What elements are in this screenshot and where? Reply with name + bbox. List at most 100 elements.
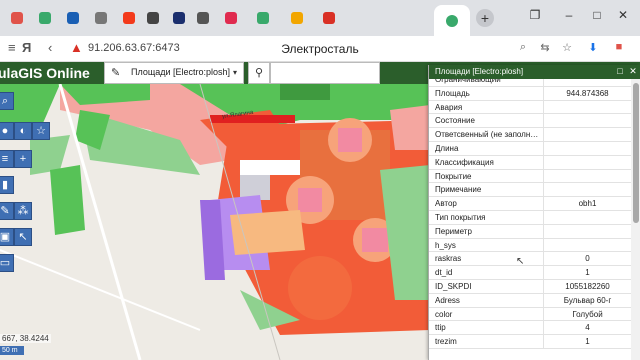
- attribute-name: ttip: [435, 323, 446, 333]
- table-row: dt_id 1: [429, 266, 631, 280]
- attribute-value[interactable]: [543, 211, 631, 224]
- table-row: Тип покрытия: [429, 211, 631, 225]
- attribute-name: h_sys: [435, 240, 456, 250]
- attribute-value[interactable]: Голубой: [543, 307, 631, 321]
- attribute-table: Ограничивающий Площадь 944.874368 Авария Сос…: [429, 79, 631, 360]
- map-tools: ⌕ ● ◐ ☆ ≡ + ▮ ✎ ⁂ ▣ ↖ ▭: [0, 84, 50, 274]
- attribute-value[interactable]: [543, 79, 631, 86]
- translate-icon[interactable]: ⇆: [538, 41, 552, 55]
- box-icon[interactable]: ▣: [0, 228, 14, 246]
- table-row: raskras 0: [429, 252, 631, 267]
- attribute-value[interactable]: [543, 238, 631, 252]
- browser-tab[interactable]: [142, 7, 164, 29]
- layers-icon[interactable]: ●: [0, 122, 14, 140]
- browser-tab[interactable]: [252, 7, 274, 29]
- yandex-icon: [123, 12, 135, 24]
- cursor-select-icon[interactable]: ↖: [14, 228, 32, 246]
- attribute-value[interactable]: 4: [543, 321, 631, 335]
- search-icon[interactable]: ⌕: [516, 41, 530, 55]
- back-icon[interactable]: ‹: [48, 40, 52, 55]
- attribute-value[interactable]: [543, 155, 631, 169]
- chart-icon: [173, 12, 185, 24]
- zoom-icon[interactable]: ⌕: [0, 92, 14, 110]
- globe-icon[interactable]: ◐: [14, 122, 32, 140]
- attribute-value[interactable]: 0: [543, 252, 631, 266]
- attribute-value[interactable]: [543, 100, 631, 114]
- attribute-value[interactable]: 944.874368: [543, 86, 631, 100]
- scrollbar-thumb[interactable]: [633, 83, 639, 223]
- maximize-icon[interactable]: □: [588, 8, 606, 22]
- feature-info-panel: Площади [Electro:plosh] □ ✕ Ограничивающ…: [428, 65, 640, 360]
- minimize-icon[interactable]: –: [560, 8, 578, 22]
- table-row: Классификация: [429, 155, 631, 170]
- attribute-value[interactable]: obh1: [543, 197, 631, 211]
- warning-icon[interactable]: ▲: [70, 40, 83, 55]
- attribute-value[interactable]: [543, 142, 631, 155]
- bookmarks-icon[interactable]: ❐: [526, 8, 544, 22]
- extension-icon[interactable]: ■: [612, 41, 626, 55]
- network-icon[interactable]: ⁂: [14, 202, 32, 220]
- search-input[interactable]: [270, 62, 380, 84]
- doc-icon: [197, 12, 209, 24]
- mail-icon: [291, 12, 303, 24]
- attribute-value[interactable]: [543, 224, 631, 238]
- menu-icon[interactable]: ≡: [8, 40, 16, 55]
- add-icon[interactable]: +: [14, 150, 32, 168]
- chevron-down-icon: ▾: [233, 68, 238, 77]
- table-row: Площадь 944.874368: [429, 86, 631, 101]
- url-text[interactable]: 91.206.63.67:6473: [88, 42, 180, 54]
- star-icon[interactable]: ☆: [32, 122, 50, 140]
- attribute-value[interactable]: Бульвар 60-г: [543, 293, 631, 307]
- attribute-value[interactable]: [543, 169, 631, 183]
- browser-tab-bar: + ❐ – □ ✕: [0, 0, 640, 36]
- browser-tab[interactable]: [62, 7, 84, 29]
- download-icon[interactable]: ⬇: [586, 41, 600, 55]
- layer-select-value: Площади [Electro:plosh]: [131, 67, 231, 77]
- stack-icon[interactable]: ≡: [0, 150, 14, 168]
- app-title: ulaGIS Online: [0, 65, 90, 81]
- browser-tab[interactable]: [118, 7, 140, 29]
- browser-tab[interactable]: [318, 7, 340, 29]
- attribute-name: Классификация: [435, 157, 494, 167]
- close-icon[interactable]: ✕: [628, 66, 638, 77]
- edit-icon[interactable]: ✎: [0, 202, 14, 220]
- browser-tab[interactable]: [192, 7, 214, 29]
- yandex-logo-icon[interactable]: Я: [22, 40, 31, 55]
- browser-tab[interactable]: [34, 7, 56, 29]
- globe-icon: [39, 12, 51, 24]
- bookmark-icon[interactable]: ☆: [560, 41, 574, 55]
- attribute-name: trezim: [435, 337, 457, 347]
- browser-tab[interactable]: [286, 7, 308, 29]
- attribute-value[interactable]: 1: [543, 335, 631, 349]
- table-row: ID_SKPDI 1055182260: [429, 280, 631, 294]
- table-row: Ответсвенный (не заполн…: [429, 128, 631, 142]
- location-pin-button[interactable]: ⚲: [248, 62, 270, 84]
- browser-tab[interactable]: [168, 7, 190, 29]
- yandex-icon: [95, 12, 107, 24]
- attribute-value[interactable]: [543, 128, 631, 142]
- mouse-cursor-icon: ↖: [516, 256, 525, 267]
- browser-tab[interactable]: [220, 7, 242, 29]
- table-row: Ограничивающий: [429, 79, 631, 87]
- close-icon[interactable]: ✕: [614, 8, 632, 22]
- file-icon[interactable]: ▭: [0, 254, 14, 272]
- select-icon[interactable]: ▮: [0, 176, 14, 194]
- attribute-name: Тип покрытия: [435, 213, 486, 222]
- table-row: Периметр: [429, 224, 631, 239]
- grid-icon: [11, 12, 23, 24]
- active-tab[interactable]: [434, 5, 470, 36]
- attribute-value[interactable]: 1: [543, 266, 631, 280]
- globe-icon: [257, 12, 269, 24]
- browser-tab[interactable]: [6, 7, 28, 29]
- layer-select[interactable]: ✎ Площади [Electro:plosh] ▾: [104, 62, 244, 84]
- attribute-value[interactable]: 1055182260: [543, 280, 631, 293]
- browser-tab[interactable]: [90, 7, 112, 29]
- maximize-icon[interactable]: □: [615, 66, 625, 76]
- attribute-value[interactable]: [543, 183, 631, 197]
- attribute-value[interactable]: [543, 114, 631, 128]
- attribute-name: Adress: [435, 295, 460, 305]
- attribute-name: Площадь: [435, 88, 470, 98]
- table-row: h_sys: [429, 238, 631, 253]
- map-pin-icon: [323, 12, 335, 24]
- new-tab-button[interactable]: +: [476, 9, 494, 27]
